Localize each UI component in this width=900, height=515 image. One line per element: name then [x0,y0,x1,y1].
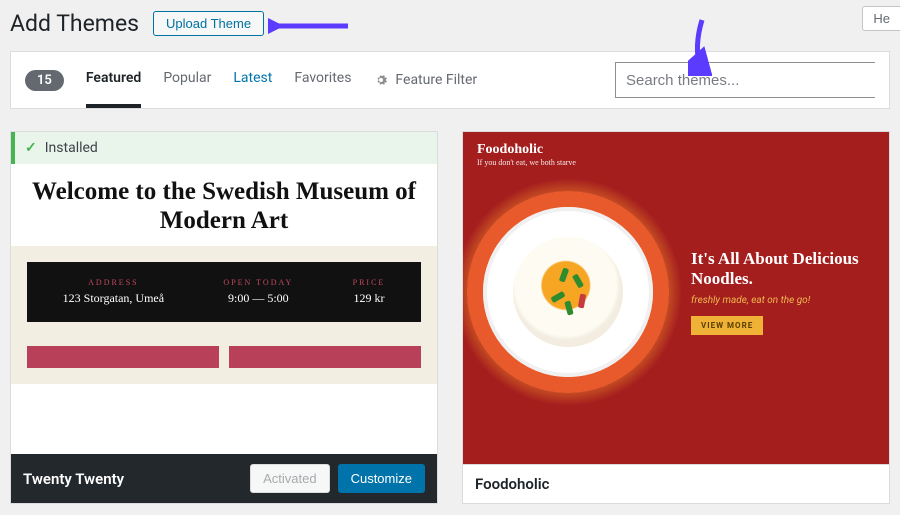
upload-theme-button[interactable]: Upload Theme [153,11,264,36]
theme-card-foodoholic[interactable]: Foodoholic If you don't eat, we both sta… [462,131,890,504]
installed-label: Installed [45,140,98,156]
theme-footer: Twenty Twenty Activated Customize [11,454,437,503]
theme-name: Foodoholic [475,475,877,493]
check-icon: ✓ [25,140,37,156]
tab-favorites[interactable]: Favorites [294,52,351,108]
feature-filter-button[interactable]: Feature Filter [373,72,477,88]
preview-headline: It's All About Delicious Noodles. [691,249,875,290]
theme-count-badge: 15 [25,70,64,91]
page-title: Add Themes [10,10,139,37]
filter-bar: 15 Featured Popular Latest Favorites Fea… [10,51,890,109]
help-button[interactable]: He [862,6,900,31]
gear-icon [373,72,389,88]
theme-preview: Welcome to the Swedish Museum of Modern … [11,164,437,454]
preview-logo: Foodoholic [477,142,875,158]
preview-cta-button: VIEW MORE [691,316,763,335]
preview-subtext: freshly made, eat on the go! [691,295,875,306]
search-input[interactable] [615,62,875,98]
theme-preview: Foodoholic If you don't eat, we both sta… [463,132,889,464]
filter-tabs: Featured Popular Latest Favorites [86,52,352,108]
theme-card-twenty-twenty[interactable]: ✓ Installed Welcome to the Swedish Museu… [10,131,438,504]
feature-filter-label: Feature Filter [395,72,477,88]
installed-banner: ✓ Installed [11,132,437,164]
tab-popular[interactable]: Popular [163,52,211,108]
tab-featured[interactable]: Featured [86,52,141,108]
preview-tagline: If you don't eat, we both starve [477,158,875,167]
theme-name: Twenty Twenty [23,470,242,488]
theme-footer: Foodoholic [463,464,889,503]
food-bowl-image [463,177,683,407]
activated-button: Activated [250,464,329,493]
preview-headline: Welcome to the Swedish Museum of Modern … [21,178,427,236]
tab-latest[interactable]: Latest [233,52,272,108]
customize-button[interactable]: Customize [338,464,425,493]
